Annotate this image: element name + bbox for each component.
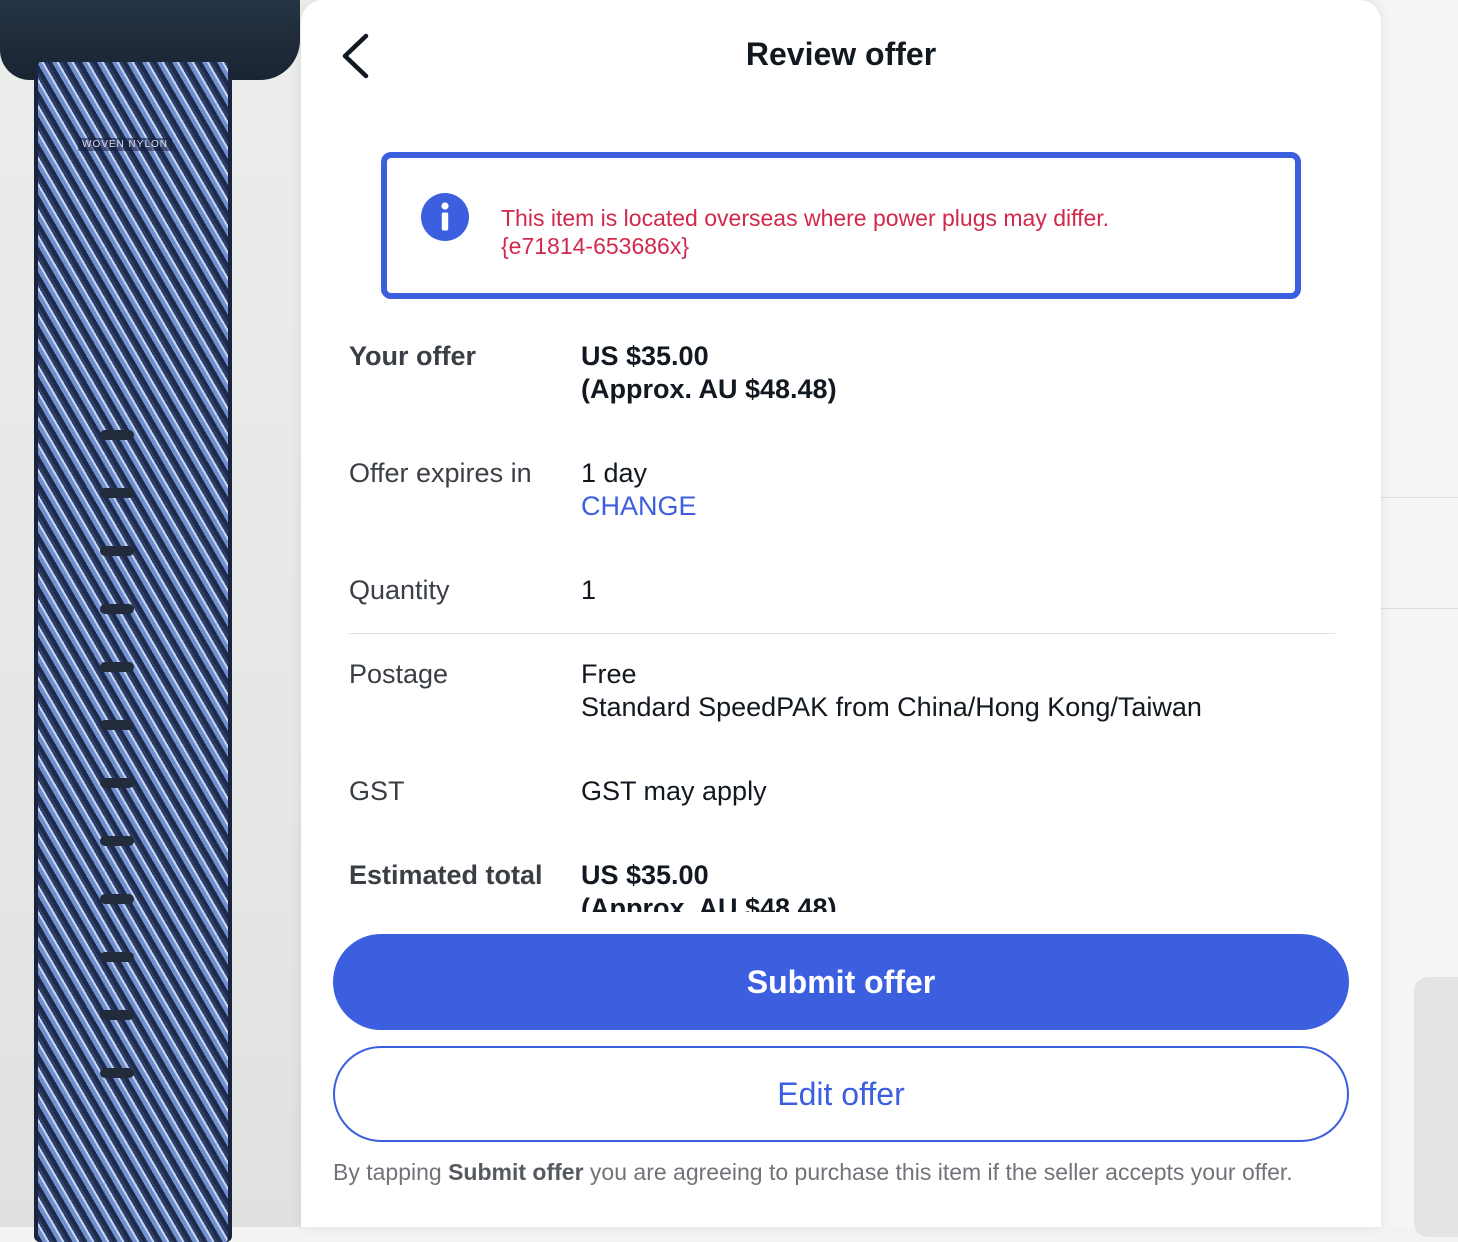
gst-value: GST may apply — [581, 776, 767, 806]
overseas-alert: This item is located overseas where powe… — [381, 152, 1301, 299]
offer-expires-label: Offer expires in — [349, 458, 532, 488]
change-expiry-link[interactable]: CHANGE — [581, 490, 1331, 523]
page-title: Review offer — [745, 36, 937, 72]
edit-offer-button[interactable]: Edit offer — [333, 1046, 1349, 1142]
offer-expires-duration: 1 day — [581, 458, 648, 488]
your-offer-value: US $35.00 (Approx. AU $48.48) — [581, 340, 1331, 406]
strap-holes — [100, 430, 134, 1110]
divider — [1380, 497, 1458, 498]
disclaimer-suffix: you are agreeing to purchase this item i… — [583, 1159, 1293, 1185]
quantity-value: 1 — [581, 575, 597, 605]
divider — [1380, 608, 1458, 609]
postage-service: Standard SpeedPAK from China/Hong Kong/T… — [581, 692, 1202, 722]
postage-value: Free Standard SpeedPAK from China/Hong K… — [581, 658, 1331, 724]
your-offer-amount: US $35.00 — [581, 341, 709, 371]
submit-offer-button[interactable]: Submit offer — [333, 934, 1349, 1030]
disclaimer-emphasis: Submit offer — [448, 1159, 584, 1185]
alert-message: This item is located overseas where powe… — [501, 204, 1281, 260]
your-offer-label: Your offer — [349, 341, 476, 371]
info-icon — [421, 193, 469, 241]
postage-cost: Free — [581, 659, 637, 689]
background-card — [1414, 977, 1458, 1237]
estimated-total-approx: (Approx. AU $48.48) — [581, 893, 837, 912]
your-offer-approx: (Approx. AU $48.48) — [581, 374, 837, 404]
alert-message-text: This item is located overseas where powe… — [501, 205, 1110, 231]
estimated-total-value: US $35.00 (Approx. AU $48.48) — [581, 859, 1331, 912]
section-divider — [349, 633, 1335, 634]
alert-code: {e71814-653686x} — [501, 233, 690, 259]
offer-expires-value: 1 day CHANGE — [581, 457, 1331, 523]
gst-label: GST — [349, 776, 405, 806]
postage-label: Postage — [349, 659, 449, 689]
review-offer-sheet: Review offer This item is located overse… — [301, 0, 1381, 1227]
estimated-total-amount: US $35.00 — [581, 860, 709, 890]
sheet-scroll-area[interactable]: Review offer This item is located overse… — [301, 0, 1381, 912]
purchase-disclaimer: By tapping Submit offer you are agreeing… — [333, 1158, 1333, 1186]
quantity-label: Quantity — [349, 575, 450, 605]
strap-label: WOVEN NYLON — [78, 138, 173, 151]
disclaimer-prefix: By tapping — [333, 1159, 449, 1185]
estimated-total-label: Estimated total — [349, 860, 543, 890]
